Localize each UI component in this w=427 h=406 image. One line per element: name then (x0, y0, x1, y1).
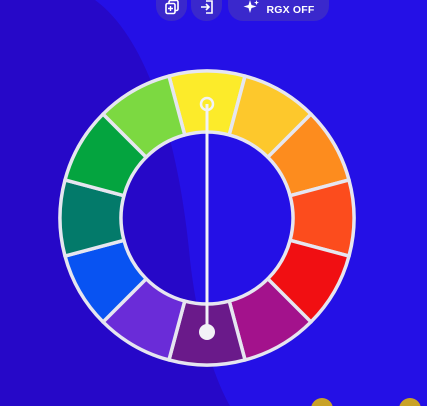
selector-knob-handle[interactable] (199, 324, 215, 340)
color-wheel[interactable] (0, 0, 427, 406)
